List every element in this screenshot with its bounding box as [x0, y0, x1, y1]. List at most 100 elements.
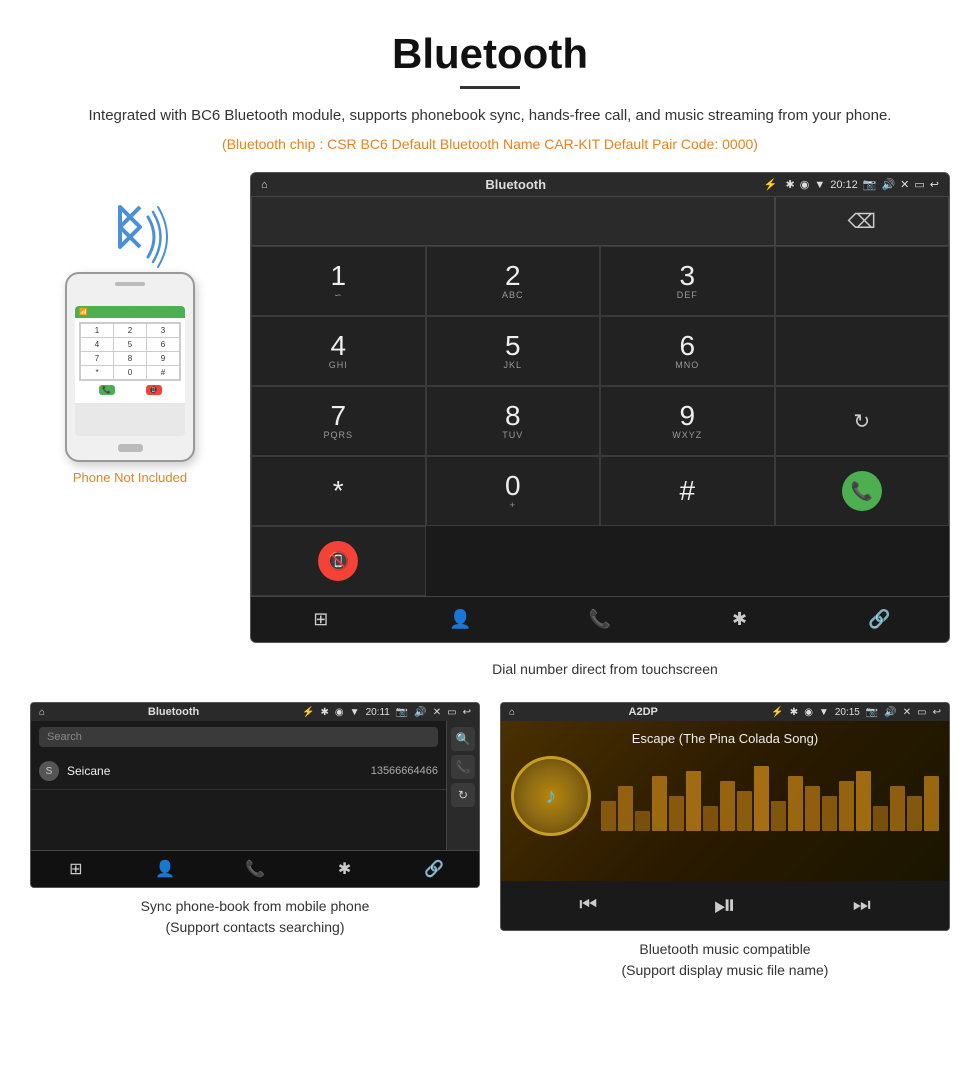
pb-close: ✕	[433, 707, 441, 718]
redial-button[interactable]: ↻	[775, 386, 950, 456]
pb-nav-bar: ⊞ 👤 📞 ✱ 🔗	[31, 850, 479, 887]
viz-bar	[686, 771, 701, 831]
dial-key-hash[interactable]: #	[600, 456, 775, 526]
music-usb-icon: ⚡	[771, 707, 783, 718]
phone-area: 📶 + Add to Contacts 123 456 789 *0# 📞 📵	[30, 172, 230, 485]
dial-key-star[interactable]: *	[251, 456, 426, 526]
title-section: Bluetooth Integrated with BC6 Bluetooth …	[0, 0, 980, 162]
pb-title: Bluetooth	[51, 706, 296, 718]
dial-key-7[interactable]: 7 PQRS	[251, 386, 426, 456]
pb-bt-icon: ✱	[321, 707, 329, 718]
viz-bar	[754, 766, 769, 831]
pb-search-bar[interactable]: Search	[39, 727, 438, 747]
pb-nav-grid[interactable]: ⊞	[31, 851, 121, 887]
nav-grid-icon[interactable]: ⊞	[251, 597, 391, 642]
pb-call-icon[interactable]: 📞	[451, 755, 475, 779]
music-bt-icon-large: ♪	[546, 783, 557, 809]
pb-win: ▭	[447, 707, 456, 718]
music-visualizer	[601, 761, 939, 831]
play-pause-button[interactable]: ⏯	[714, 889, 736, 922]
call-icon: 📞	[842, 471, 882, 511]
pb-nav-phone[interactable]: 📞	[210, 851, 300, 887]
pb-home-icon: ⌂	[39, 707, 45, 718]
pb-back: ↩	[463, 707, 471, 718]
viz-bar	[788, 776, 803, 831]
signal-icon: ▼	[814, 179, 825, 191]
viz-bar	[873, 806, 888, 831]
music-loc-icon: ◉	[804, 707, 813, 718]
viz-bar	[890, 786, 905, 831]
spec-text: (Bluetooth chip : CSR BC6 Default Blueto…	[40, 136, 940, 152]
prev-button[interactable]: ⏮	[579, 894, 597, 917]
vol-icon: 🔊	[881, 178, 895, 191]
end-call-icon: 📵	[318, 541, 358, 581]
viz-bar	[618, 786, 633, 831]
dial-key-4[interactable]: 4 GHI	[251, 316, 426, 386]
phone-home-button	[118, 444, 143, 452]
page-title: Bluetooth	[40, 30, 940, 78]
bt-icon: ✱	[786, 178, 795, 191]
backspace-key[interactable]: ⌫	[775, 196, 950, 246]
back-icon: ↩	[930, 178, 939, 191]
music-title: A2DP	[521, 706, 765, 718]
music-time: 20:15	[835, 707, 860, 718]
dial-key-3[interactable]: 3 DEF	[600, 246, 775, 316]
pb-contact-row[interactable]: S Seicane 13566664466	[31, 753, 446, 790]
dial-key-5[interactable]: 5 JKL	[426, 316, 601, 386]
viz-bar	[907, 796, 922, 831]
nav-contacts-icon[interactable]: 👤	[391, 597, 531, 642]
dial-caption: Dial number direct from touchscreen	[230, 661, 980, 677]
dial-key-2[interactable]: 2 ABC	[426, 246, 601, 316]
subtitle-text: Integrated with BC6 Bluetooth module, su…	[40, 104, 940, 128]
music-statusbar: ⌂ A2DP ⚡ ✱ ◉ ▼ 20:15 📷 🔊 ✕ ▭ ↩	[501, 703, 949, 721]
pb-cam: 📷	[396, 707, 408, 718]
pb-nav-contacts[interactable]: 👤	[121, 851, 211, 887]
dial-key-0[interactable]: 0 +	[426, 456, 601, 526]
pb-initial: S	[39, 761, 59, 781]
dial-key-6[interactable]: 6 MNO	[600, 316, 775, 386]
music-item: ⌂ A2DP ⚡ ✱ ◉ ▼ 20:15 📷 🔊 ✕ ▭ ↩ Escape (T…	[500, 702, 950, 981]
phonebook-screen: ⌂ Bluetooth ⚡ ✱ ◉ ▼ 20:11 📷 🔊 ✕ ▭ ↩ Sear…	[30, 702, 480, 888]
location-icon: ◉	[800, 178, 810, 191]
music-area: Escape (The Pina Colada Song) ♪	[501, 721, 949, 881]
pb-statusbar: ⌂ Bluetooth ⚡ ✱ ◉ ▼ 20:11 📷 🔊 ✕ ▭ ↩	[31, 703, 479, 721]
call-red-button[interactable]: 📵	[251, 526, 426, 596]
dial-key-1[interactable]: 1 ∽	[251, 246, 426, 316]
dialpad: ⌫ 1 ∽ 2 ABC 3 DEF 4 GHI 5 JKL	[251, 196, 949, 596]
dial-key-8[interactable]: 8 TUV	[426, 386, 601, 456]
viz-bar	[856, 771, 871, 831]
nav-phone-icon[interactable]: 📞	[530, 597, 670, 642]
phonebook-item: ⌂ Bluetooth ⚡ ✱ ◉ ▼ 20:11 📷 🔊 ✕ ▭ ↩ Sear…	[30, 702, 480, 981]
pb-nav-bt[interactable]: ✱	[300, 851, 390, 887]
pb-contact-number: 13566664466	[371, 765, 438, 777]
pb-refresh-icon[interactable]: ↻	[451, 783, 475, 807]
phone-mockup: 📶 + Add to Contacts 123 456 789 *0# 📞 📵	[65, 272, 195, 462]
nav-link-icon[interactable]: 🔗	[809, 597, 949, 642]
album-art: ♪	[511, 756, 591, 836]
pb-search-icon[interactable]: 🔍	[451, 727, 475, 751]
dial-key-9[interactable]: 9 WXYZ	[600, 386, 775, 456]
main-content: 📶 + Add to Contacts 123 456 789 *0# 📞 📵	[0, 162, 980, 648]
pb-empty-area	[31, 790, 446, 850]
usb-icon: ⚡	[764, 178, 778, 191]
next-button[interactable]: ⏭	[853, 894, 871, 917]
pb-nav-link[interactable]: 🔗	[389, 851, 479, 887]
call-green-button[interactable]: 📞	[775, 456, 950, 526]
time-display: 20:12	[830, 179, 858, 191]
viz-bar	[635, 811, 650, 831]
music-close: ✕	[903, 707, 911, 718]
pb-usb-icon: ⚡	[302, 707, 314, 718]
music-controls: ⏮ ⏯ ⏭	[501, 881, 949, 930]
close-icon: ✕	[900, 178, 909, 191]
viz-bar	[669, 796, 684, 831]
viz-bar	[601, 801, 616, 831]
nav-bluetooth-icon[interactable]: ✱	[670, 597, 810, 642]
music-cam: 📷	[866, 707, 878, 718]
viz-bar	[737, 791, 752, 831]
phonebook-caption: Sync phone-book from mobile phone (Suppo…	[141, 896, 370, 938]
android-nav-bar: ⊞ 👤 📞 ✱ 🔗	[251, 596, 949, 642]
viz-bar	[703, 806, 718, 831]
music-caption: Bluetooth music compatible (Support disp…	[622, 939, 829, 981]
bottom-row: ⌂ Bluetooth ⚡ ✱ ◉ ▼ 20:11 📷 🔊 ✕ ▭ ↩ Sear…	[0, 687, 980, 1001]
camera-icon: 📷	[863, 178, 877, 191]
